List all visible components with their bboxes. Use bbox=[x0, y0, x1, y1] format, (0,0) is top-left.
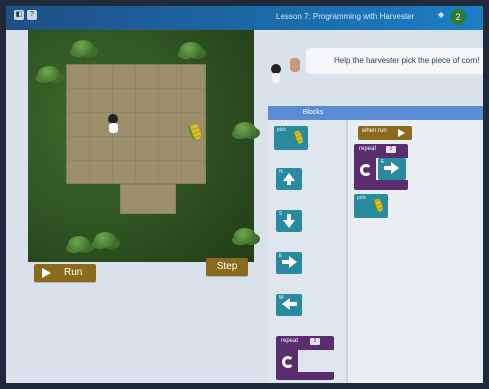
arrow-right-icon bbox=[289, 256, 297, 268]
loop-icon bbox=[360, 164, 372, 176]
repeat-block[interactable]: repeat 2 bbox=[276, 336, 334, 380]
tree-icon bbox=[38, 66, 60, 82]
program-move-east-block[interactable]: E bbox=[378, 158, 406, 180]
lesson-title: Lesson 7: Programming with Harvester bbox=[276, 12, 415, 21]
when-run-block[interactable]: when run bbox=[358, 126, 412, 140]
program-pick-block[interactable]: pick bbox=[354, 194, 388, 218]
top-bar: ◧ ? Lesson 7: Programming with Harvester… bbox=[6, 6, 483, 30]
repeat-count-field[interactable]: 2 bbox=[310, 338, 320, 345]
tree-icon bbox=[180, 42, 202, 58]
game-board bbox=[28, 30, 256, 262]
move-west-block[interactable]: W bbox=[276, 294, 302, 316]
blocks-panel-header: Blocks bbox=[268, 106, 358, 120]
step-button[interactable]: Step bbox=[206, 258, 248, 276]
arrow-down-icon bbox=[283, 220, 295, 228]
workspace-header bbox=[358, 106, 483, 120]
tree-icon bbox=[94, 232, 116, 248]
arrow-left-icon bbox=[282, 298, 290, 310]
run-button[interactable]: Run bbox=[34, 264, 96, 282]
play-icon bbox=[42, 268, 51, 278]
corn-icon bbox=[372, 198, 384, 213]
field-grid bbox=[66, 64, 206, 184]
move-north-block[interactable]: N bbox=[276, 168, 302, 190]
harvester-avatar bbox=[270, 64, 282, 84]
pick-block[interactable]: pick bbox=[274, 126, 308, 150]
play-icon bbox=[398, 129, 405, 137]
program-repeat-count-field[interactable]: 2 bbox=[386, 146, 396, 153]
window-control-menu-icon[interactable]: ◧ bbox=[14, 10, 24, 20]
move-south-block[interactable]: S bbox=[276, 210, 302, 232]
run-button-label: Run bbox=[64, 267, 83, 278]
harvester-character-icon bbox=[106, 114, 120, 134]
help-icon[interactable]: ? bbox=[27, 10, 37, 20]
app-screen: ◧ ? Lesson 7: Programming with Harvester… bbox=[6, 6, 483, 383]
move-east-block[interactable]: E bbox=[276, 252, 302, 274]
tree-icon bbox=[234, 228, 256, 244]
lesson-progress-arrow-icon: ◆ bbox=[438, 10, 445, 19]
guide-avatar bbox=[290, 58, 300, 72]
field-tiles-extension bbox=[120, 184, 176, 214]
lesson-step-badge[interactable]: 2 bbox=[450, 9, 466, 25]
arrow-right-icon bbox=[391, 162, 399, 174]
tree-icon bbox=[72, 40, 94, 56]
corn-icon bbox=[292, 130, 304, 145]
tree-icon bbox=[68, 236, 90, 252]
instruction-bubble: Help the harvester pick the piece of cor… bbox=[306, 48, 483, 74]
loop-icon bbox=[282, 356, 294, 368]
tree-icon bbox=[234, 122, 256, 138]
